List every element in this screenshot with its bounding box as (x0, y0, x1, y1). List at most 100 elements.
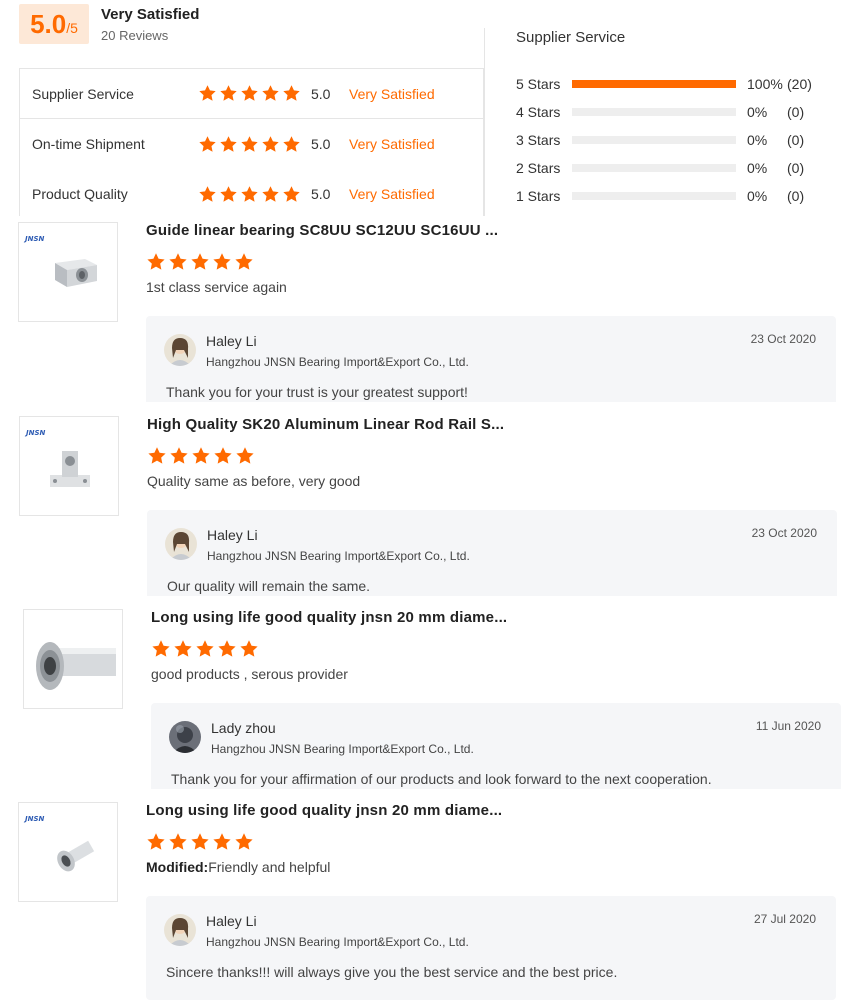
star-icon (195, 639, 215, 659)
rating-score: 5.0 (311, 186, 331, 202)
overall-score: 5.0 (30, 9, 67, 39)
star-icon (234, 832, 254, 852)
rating-label: On-time Shipment (32, 136, 145, 152)
supplier-reply: Lady zhou Hangzhou JNSN Bearing Import&E… (151, 703, 841, 789)
star-icon (212, 832, 232, 852)
star-icon (234, 252, 254, 272)
avatar (169, 721, 201, 753)
reply-text: Thank you for your affirmation of our pr… (171, 771, 712, 787)
review-text: good products , serous provider (151, 666, 348, 682)
distribution-count: (0) (787, 104, 805, 120)
review-text: 1st class service again (146, 279, 287, 295)
star-icon (190, 252, 210, 272)
reviews-count: 20 Reviews (101, 28, 169, 43)
review-item: Long using life good quality jnsn 20 mm … (0, 609, 861, 789)
product-thumbnail[interactable]: JNSN (18, 802, 118, 902)
product-thumbnail[interactable]: JNSN (19, 416, 119, 516)
reply-company: Hangzhou JNSN Bearing Import&Export Co.,… (206, 355, 469, 369)
reply-date: 11 Jun 2020 (755, 719, 821, 733)
star-icon (282, 84, 301, 103)
distribution-percent: 0% (747, 104, 768, 120)
distribution-bar (572, 80, 736, 88)
reply-text: Our quality will remain the same. (167, 578, 371, 594)
distribution-label: 3 Stars (516, 132, 561, 148)
review-item: JNSN Long using life good quality jnsn 2… (0, 802, 861, 1000)
product-title-link[interactable]: Guide linear bearing SC8UU SC12UU SC16UU… (146, 222, 498, 239)
star-icon (168, 832, 188, 852)
reply-author-name: Haley Li (206, 913, 257, 929)
supplier-reply: Haley Li Hangzhou JNSN Bearing Import&Ex… (146, 316, 836, 402)
star-icon (146, 832, 166, 852)
star-icon (173, 639, 193, 659)
reply-company: Hangzhou JNSN Bearing Import&Export Co.,… (207, 549, 470, 563)
rating-status: Very Satisfied (349, 186, 435, 202)
review-text-body: good products , serous provider (151, 666, 348, 682)
distribution-count: (0) (787, 188, 805, 204)
review-item: JNSN Guide linear bearing SC8UU SC12UU S… (0, 222, 861, 402)
reply-author-name: Haley Li (206, 333, 257, 349)
star-icon (151, 639, 171, 659)
star-icon (147, 446, 167, 466)
svg-text:JNSN: JNSN (24, 429, 46, 437)
star-icon (282, 135, 301, 154)
review-text: Quality same as before, very good (147, 473, 360, 489)
distribution-bar (572, 108, 736, 116)
overall-score-denominator: /5 (66, 20, 78, 36)
distribution-bar (572, 164, 736, 172)
star-icon (240, 84, 259, 103)
reply-author-name: Lady zhou (211, 720, 276, 736)
review-text: Modified:Friendly and helpful (146, 859, 330, 875)
rating-row-supplier-service: Supplier Service 5.0 Very Satisfied (20, 69, 483, 119)
distribution-label: 1 Stars (516, 188, 561, 204)
product-thumbnail[interactable] (23, 609, 123, 709)
distribution-count: (0) (787, 132, 805, 148)
distribution-count: (0) (787, 160, 805, 176)
star-icon (198, 135, 217, 154)
product-thumbnail[interactable]: JNSN (18, 222, 118, 322)
review-stars (146, 832, 254, 852)
distribution-label: 2 Stars (516, 160, 561, 176)
distribution-label: 5 Stars (516, 76, 561, 92)
distribution-row-5-stars: 5 Stars 100% (20) (516, 74, 836, 94)
reply-date: 23 Oct 2020 (751, 526, 817, 540)
distribution-bar-fill (572, 80, 736, 88)
star-icon (261, 84, 280, 103)
star-icon (198, 185, 217, 204)
star-icon (190, 832, 210, 852)
star-icon (240, 185, 259, 204)
avatar (164, 334, 196, 366)
rail-support-image: JNSN (24, 429, 90, 487)
review-text-body: Quality same as before, very good (147, 473, 361, 489)
distribution-bar (572, 136, 736, 144)
review-item: JNSN High Quality SK20 Aluminum Linear R… (0, 416, 861, 596)
distribution-percent: 0% (747, 160, 768, 176)
review-stars (147, 446, 255, 466)
product-title-link[interactable]: Long using life good quality jnsn 20 mm … (151, 609, 507, 626)
linear-bearing-block-image: JNSN (23, 235, 97, 287)
section-divider (484, 28, 485, 216)
flanged-linear-bearing-image (36, 642, 116, 690)
reply-date: 23 Oct 2020 (750, 332, 816, 346)
product-title-link[interactable]: High Quality SK20 Aluminum Linear Rod Ra… (147, 416, 504, 433)
star-icon (219, 84, 238, 103)
rating-score: 5.0 (311, 136, 331, 152)
distribution-label: 4 Stars (516, 104, 561, 120)
overall-label: Very Satisfied (101, 6, 200, 23)
distribution-bar (572, 192, 736, 200)
svg-text:JNSN: JNSN (23, 235, 45, 243)
product-title-link[interactable]: Long using life good quality jnsn 20 mm … (146, 802, 502, 819)
reply-author-name: Haley Li (207, 527, 258, 543)
supplier-reply: Haley Li Hangzhou JNSN Bearing Import&Ex… (146, 896, 836, 1000)
svg-text:JNSN: JNSN (23, 815, 45, 823)
avatar (164, 914, 196, 946)
supplier-reply: Haley Li Hangzhou JNSN Bearing Import&Ex… (147, 510, 837, 596)
overall-score-badge: 5.0/5 (19, 4, 89, 44)
star-icon (217, 639, 237, 659)
review-text-body: Friendly and helpful (208, 859, 331, 875)
reply-text: Thank you for your trust is your greates… (166, 384, 468, 400)
rating-status: Very Satisfied (349, 136, 435, 152)
distribution-percent: 0% (747, 188, 768, 204)
avatar (165, 528, 197, 560)
rating-score: 5.0 (311, 85, 331, 102)
review-text-body: 1st class service again (146, 279, 287, 295)
